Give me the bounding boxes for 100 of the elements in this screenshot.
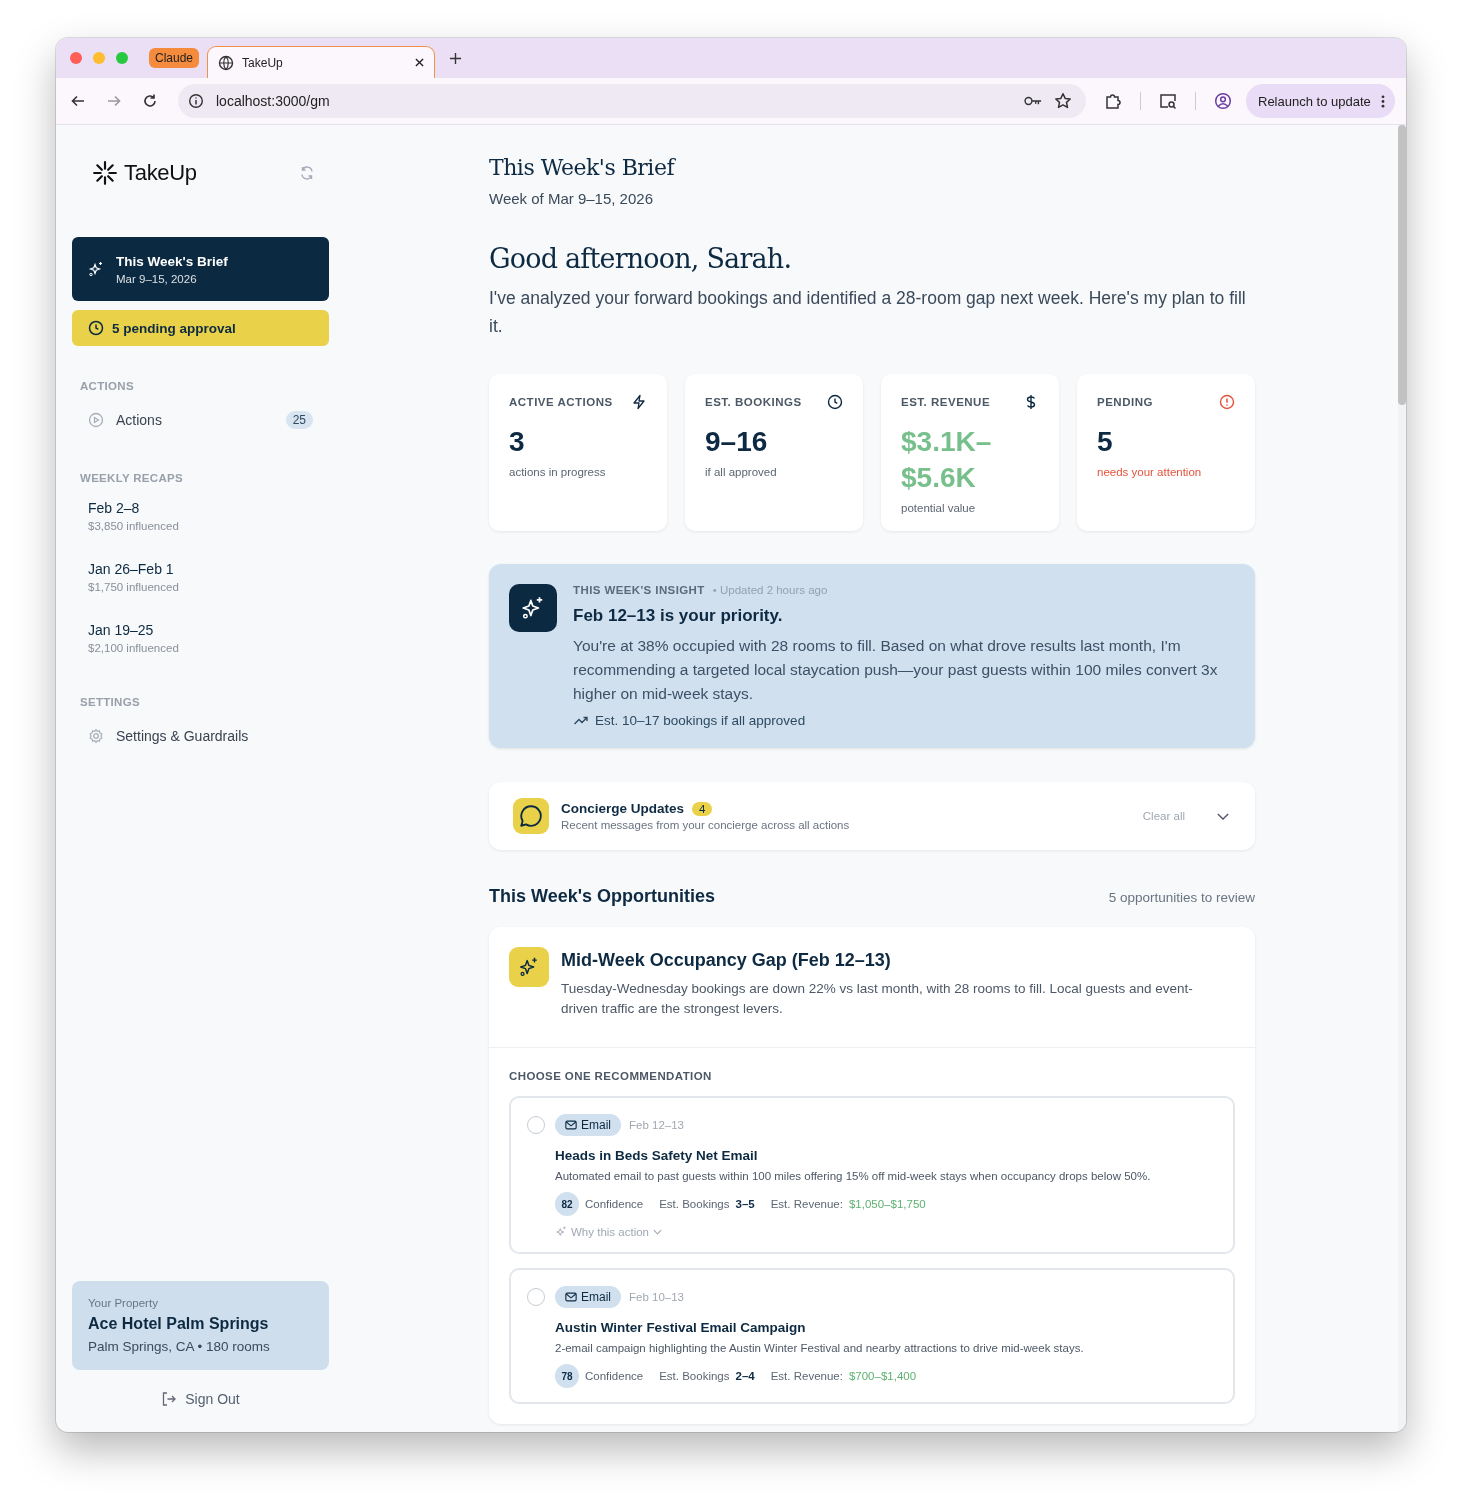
recommendation-card[interactable] [509,1268,1235,1404]
stat-label: PENDING [1097,396,1153,408]
insight-label: THIS WEEK'S INSIGHT [573,584,705,596]
starburst-logo-icon [92,160,118,186]
bookings-label: Est. Bookings [659,1198,730,1210]
pending-approval-button[interactable]: 5 pending approval [72,310,329,346]
brand-name: TakeUp [124,160,197,186]
opportunity-title: Mid-Week Occupancy Gap (Feb 12–13) [561,950,892,971]
close-window-dot[interactable] [70,52,82,64]
play-circle-icon [88,412,104,428]
greeting: Good afternoon, Sarah. [489,243,793,274]
relaunch-button[interactable]: Relaunch to update [1246,84,1395,118]
scrollbar-thumb[interactable] [1398,125,1406,405]
intro-text: I've analyzed your forward bookings and identified a 28-room gap next week. Here's my plan to fill it. [489,287,1247,338]
sign-out-icon [161,1391,178,1407]
bookings-estimate: Est. 10–17 bookings if all approved [595,712,806,728]
maximize-window-dot[interactable] [116,52,128,64]
info-icon [188,93,204,109]
close-icon[interactable] [415,58,425,67]
puzzle-icon[interactable] [1104,92,1122,110]
sparkle-icon [509,947,549,987]
stat-label: ACTIVE ACTIONS [509,396,613,408]
recommendation-title: Austin Winter Festival Email Campaign [555,1320,807,1335]
recommendation-title: Heads in Beds Safety Net Email [555,1148,759,1163]
chevron-icon [653,1229,662,1235]
sparkle-icon [555,1226,567,1238]
stat-value: 9–16 [705,425,769,459]
confidence-label: Confidence [585,1198,644,1210]
channel-tag: Email [555,1286,621,1308]
recommendation-description: Automated email to past guests within 100 miles offering 15% off mid-week stays when occupancy drops below 50%. [555,1170,1152,1182]
address-bar[interactable]: localhost:3000/gm [178,84,1086,118]
opportunity-description: Tuesday-Wednesday bookings are down 22% vs last month, with 28 rooms to fill. Local guests and event-driven traffic are the strongest levers. [561,980,1194,1018]
stat-caption: potential value [901,502,977,514]
brief-date: Mar 9–15, 2026 [116,272,198,285]
sparkle-icon [509,584,557,632]
envelope-icon [565,1119,577,1131]
date-range: Feb 10–13 [629,1291,684,1303]
date-range: Feb 12–13 [629,1119,684,1131]
lightning-icon [631,394,647,410]
property-name: Ace Hotel Palm Springs [88,1315,270,1333]
insight-text: You're at 38% occupied with 28 rooms to fill. Based on what drove results last month, I'm recommending a targeted local staycation push—your past guests within 100 miles convert 3x higher on mid-week stays. [573,636,1219,704]
recommendation-description: 2-email campaign highlighting the Austin Winter Festival and nearby attractions to drive mid-week stays. [555,1342,1085,1354]
tab-group-label[interactable]: Claude [149,48,200,68]
count-badge: 4 [692,801,713,816]
recap-item[interactable]: Jan 26–Feb 1 $1,750 influenced [72,553,329,601]
chevron-icon[interactable] [1217,812,1229,820]
property-label: Your Property [88,1297,159,1309]
stat-caption: needs your attention [1097,466,1203,478]
concierge-title: Concierge Updates [561,801,685,816]
stat-value: $3.1K–$5.6K [901,425,993,495]
stat-caption: actions in progress [509,466,607,478]
count-badge: 25 [285,411,313,429]
stat-label: EST. BOOKINGS [705,396,802,408]
choose-label: CHOOSE ONE RECOMMENDATION [509,1070,713,1082]
stat-caption: if all approved [705,466,778,478]
property-details: Palm Springs, CA • 180 rooms [88,1339,271,1354]
updated-time: • Updated 2 hours ago [712,584,828,596]
reload-icon[interactable] [142,93,158,109]
brief-nav-item[interactable]: This Week's Brief Mar 9–15, 2026 [72,237,329,301]
section-heading: SETTINGS [80,696,141,708]
bookings-label: Est. Bookings [659,1370,730,1382]
stat-value: 5 [1097,425,1114,459]
concierge-subtitle: Recent messages from your concierge across all actions [561,819,850,831]
browser-tab[interactable]: TakeUp [207,46,436,78]
section-heading: ACTIONS [80,380,135,392]
star-icon[interactable] [1054,92,1072,110]
gear-icon [88,728,104,744]
envelope-icon [565,1291,577,1303]
clock-icon [827,394,843,410]
section-title: This Week's Opportunities [489,886,715,907]
recommendation-card[interactable] [509,1096,1235,1254]
recap-item[interactable]: Feb 2–8 $3,850 influenced [72,492,329,540]
sparkle-icon [88,261,104,277]
channel-tag: Email [555,1114,621,1136]
section-heading: WEEKLY RECAPS [80,472,184,484]
back-arrow-icon[interactable] [70,93,86,109]
revenue-value: $700–$1,400 [848,1370,917,1382]
confidence-score: 82 [555,1192,579,1216]
recap-item[interactable]: Jan 19–25 $2,100 influenced [72,614,329,662]
revenue-value: $1,050–$1,750 [848,1198,926,1210]
stat-value: 3 [509,425,526,459]
minimize-window-dot[interactable] [93,52,105,64]
profile-icon[interactable] [1214,92,1232,110]
brief-title: This Week's Brief [116,253,228,269]
sidebar-nav-item[interactable]: Settings & Guardrails [72,718,329,754]
opportunity-count: 5 opportunities to review [1108,890,1255,905]
more-icon [1380,94,1385,108]
tab-search-icon[interactable] [1159,92,1177,110]
confidence-score: 78 [555,1364,579,1388]
revenue-label: Est. Revenue: [770,1198,843,1210]
week-range: Week of Mar 9–15, 2026 [489,190,654,207]
stat-label: EST. REVENUE [901,396,991,408]
bookings-value: 2–4 [735,1370,755,1382]
globe-icon [218,54,235,71]
plus-icon[interactable] [449,51,463,65]
sign-out-button[interactable]: Sign Out [155,1390,246,1408]
clock-icon [88,320,104,336]
sidebar-nav-item[interactable]: Actions 25 [72,402,329,438]
revenue-label: Est. Revenue: [770,1370,843,1382]
bookings-value: 3–5 [735,1198,755,1210]
